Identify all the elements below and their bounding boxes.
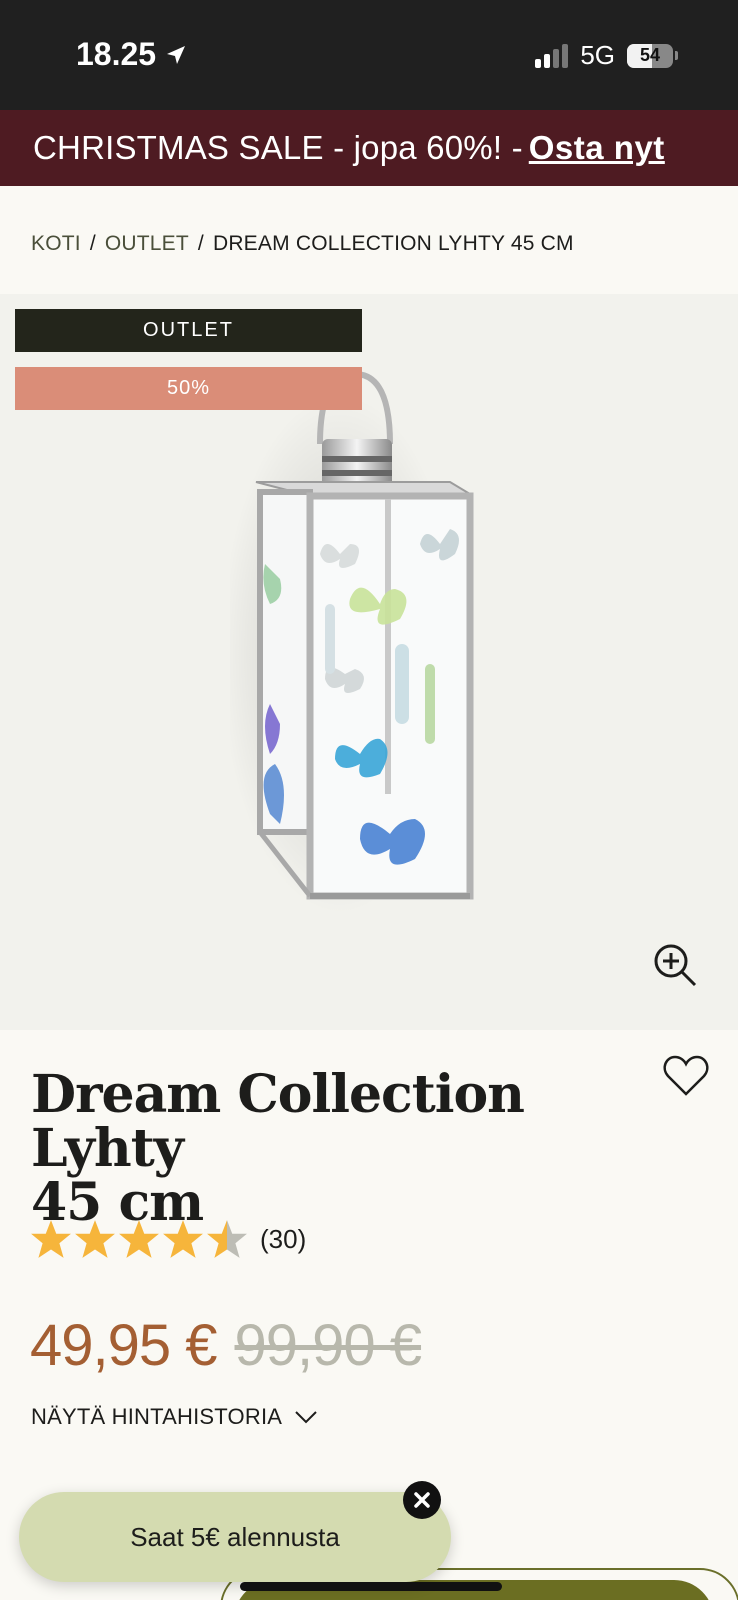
location-arrow-icon — [167, 45, 186, 64]
product-image-lantern[interactable] — [230, 364, 490, 924]
battery-level: 54 — [639, 45, 661, 65]
heart-icon[interactable] — [662, 1054, 710, 1098]
price-history-toggle[interactable]: NÄYTÄ HINTAHISTORIA — [31, 1404, 318, 1430]
star-icon — [31, 1220, 71, 1258]
network-label: 5G — [580, 40, 615, 70]
signal-icon — [535, 43, 569, 68]
battery-icon: 54 — [627, 43, 678, 68]
promo-text: CHRISTMAS SALE - jopa 60%! - — [33, 129, 523, 166]
price-original: 99,90 € — [234, 1313, 423, 1378]
promo-shop-now-link[interactable]: Osta nyt — [529, 129, 665, 167]
breadcrumb-separator: / — [89, 232, 96, 255]
star-icon — [119, 1220, 159, 1258]
price-history-label: NÄYTÄ HINTAHISTORIA — [31, 1404, 283, 1429]
product-title-line1: Dream Collection Lyhty — [31, 1064, 525, 1179]
discount-badge: 50% — [15, 367, 362, 410]
product-rating[interactable]: (30) — [30, 1218, 306, 1260]
zoom-in-icon[interactable] — [652, 942, 698, 988]
chevron-down-icon — [295, 1411, 317, 1424]
breadcrumb-home-link[interactable]: KOTI — [31, 232, 81, 256]
promo-banner[interactable]: CHRISTMAS SALE - jopa 60%! - Osta nyt — [0, 110, 738, 186]
status-bar: 18.25 5G 54 — [0, 0, 738, 110]
breadcrumb-separator: / — [197, 232, 204, 255]
discount-popup-label: Saat 5€ alennusta — [130, 1521, 340, 1552]
discount-popup[interactable]: Saat 5€ alennusta — [19, 1492, 451, 1582]
home-indicator — [240, 1582, 502, 1591]
time-text: 18.25 — [76, 36, 157, 72]
product-image-gallery[interactable]: OUTLET 50% — [0, 294, 738, 1030]
status-time: 18.25 — [76, 36, 188, 73]
breadcrumb-outlet-link[interactable]: OUTLET — [105, 232, 189, 256]
breadcrumb-current: DREAM COLLECTION LYHTY 45 CM — [212, 232, 574, 255]
close-icon — [414, 1492, 430, 1508]
star-icon — [207, 1220, 247, 1258]
rating-stars — [30, 1218, 248, 1260]
review-count[interactable]: (30) — [260, 1224, 306, 1255]
status-indicators: 5G 54 — [535, 40, 678, 71]
price-row: 49,95 € 99,90 € — [30, 1312, 423, 1379]
close-popup-button[interactable] — [403, 1481, 441, 1519]
star-icon — [75, 1220, 115, 1258]
product-title: Dream Collection Lyhty 45 cm — [31, 1068, 631, 1230]
breadcrumb: KOTI / OUTLET / DREAM COLLECTION LYHTY 4… — [31, 232, 574, 256]
star-icon — [163, 1220, 203, 1258]
outlet-badge: OUTLET — [15, 309, 362, 352]
price-current: 49,95 € — [30, 1313, 218, 1378]
